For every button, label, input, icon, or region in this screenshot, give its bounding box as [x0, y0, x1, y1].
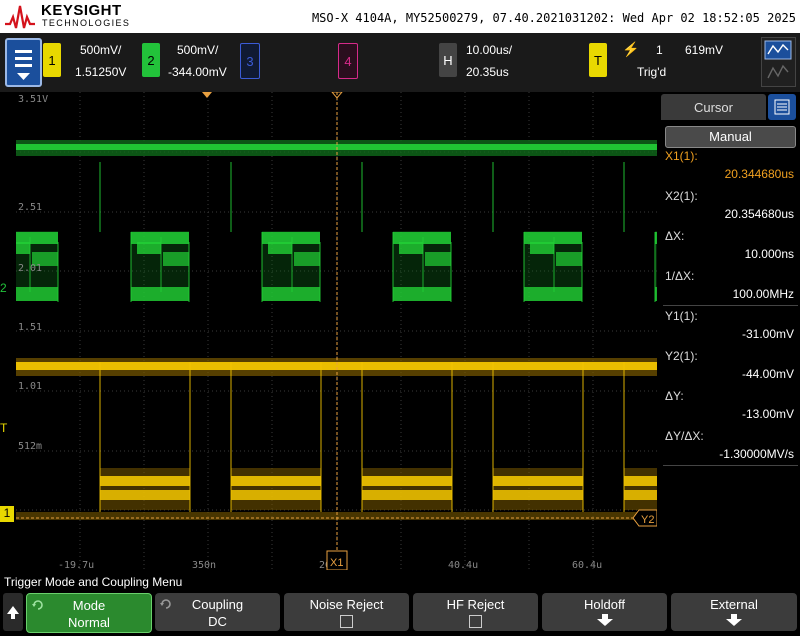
cursor-row-label: Y2(1):	[665, 349, 698, 363]
ch1-scale: 500mV/	[80, 43, 122, 57]
external-softkey[interactable]: External	[671, 593, 797, 631]
trigger-source: 1	[656, 43, 663, 57]
keysight-logo-icon	[5, 5, 35, 29]
trigger-level: 619mV	[685, 43, 724, 57]
ch1-ground-marker[interactable]: 1	[0, 506, 14, 522]
cursor-row-label: X1(1):	[665, 149, 698, 163]
time-label: 60.4u	[572, 560, 602, 570]
cursor-row-label: ΔY/ΔX:	[665, 429, 704, 443]
trigger-level-marker[interactable]: T	[0, 421, 7, 435]
channel-1-button[interactable]: 1	[43, 43, 61, 77]
submenu-arrow-icon	[596, 614, 613, 626]
divider	[663, 305, 798, 306]
cursor-mode-button[interactable]: Manual	[665, 126, 796, 148]
holdoff-softkey[interactable]: Holdoff	[542, 593, 667, 631]
mode-value: Normal	[68, 615, 110, 630]
title-bar: KEYSIGHT TECHNOLOGIES MSO-X 4104A, MY525…	[0, 0, 800, 33]
cursor-panel: Cursor Manual X1(1): 20.344680us X2(1): 20.…	[661, 92, 800, 570]
cursor-row-value: -1.30000MV/s	[719, 447, 794, 461]
voltage-label: 1.01	[18, 381, 42, 392]
cursor-y2-label[interactable]: Y2	[641, 514, 654, 526]
noise-reject-softkey[interactable]: Noise Reject	[284, 593, 409, 631]
voltage-label: 3.51V	[18, 94, 48, 105]
checkbox-icon	[469, 615, 482, 628]
checkbox-icon	[340, 615, 353, 628]
cursor-row-value: 20.344680us	[724, 167, 794, 181]
ch2-scale: 500mV/	[177, 43, 219, 57]
divider	[663, 465, 798, 466]
autoscale-button[interactable]	[761, 37, 796, 87]
cursor-row-value: 20.354680us	[724, 207, 794, 221]
hf-reject-softkey[interactable]: HF Reject	[413, 593, 538, 631]
cursor-row-label: ΔX:	[665, 229, 685, 243]
channel-2-button[interactable]: 2	[142, 43, 160, 77]
softkey-bar: Mode Normal Coupling DC Noise Reject HF …	[0, 591, 800, 633]
rotate-knob-icon	[32, 600, 43, 610]
cursor-row-label: Y1(1):	[665, 309, 698, 323]
hf-reject-label: HF Reject	[446, 597, 505, 612]
ch2-offset: -344.00mV	[168, 65, 227, 79]
coupling-value: DC	[208, 614, 227, 629]
cursor-row-value: 100.00MHz	[732, 287, 794, 301]
holdoff-label: Holdoff	[584, 597, 625, 612]
mode-softkey[interactable]: Mode Normal	[26, 593, 152, 633]
coupling-softkey[interactable]: Coupling DC	[155, 593, 280, 631]
channel-4-button[interactable]: 4	[338, 43, 358, 79]
coupling-label: Coupling	[191, 597, 244, 612]
menu-icon	[15, 50, 32, 80]
submenu-arrow-icon	[726, 614, 742, 626]
trigger-button[interactable]: T	[589, 43, 607, 77]
ch1-offset: 1.51250V	[75, 65, 127, 79]
time-label: -19.7u	[58, 560, 94, 570]
horizontal-scale: 10.00us/	[466, 43, 513, 57]
cursor-row-value: -31.00mV	[741, 327, 794, 341]
noise-reject-label: Noise Reject	[309, 597, 384, 612]
main-menu-button[interactable]	[5, 38, 42, 87]
horizontal-button[interactable]: H	[439, 43, 457, 77]
voltage-label: 2.51	[18, 202, 42, 213]
brand-name: KEYSIGHT	[41, 2, 122, 19]
cursor-x1-label[interactable]: X1	[330, 557, 343, 569]
up-arrow-icon	[7, 606, 19, 619]
cursor-row-value: 10.000ns	[744, 247, 794, 261]
mode-label: Mode	[72, 598, 106, 613]
brand-subtitle: TECHNOLOGIES	[42, 18, 131, 28]
time-label: 40.4u	[448, 560, 478, 570]
ch2-ground-marker[interactable]: 2	[0, 281, 7, 295]
marker-strip: 2 T 1	[0, 92, 16, 570]
voltage-label: 2.01	[18, 263, 42, 274]
cursor-row-value: -13.00mV	[741, 407, 794, 421]
autoscale-icon	[764, 40, 792, 79]
panel-menu-icon[interactable]	[768, 94, 796, 120]
cursor-row-label: X2(1):	[665, 189, 698, 203]
channel-3-button[interactable]: 3	[240, 43, 260, 79]
voltage-label: 1.51	[18, 322, 42, 333]
rotate-knob-icon	[160, 599, 171, 609]
back-button[interactable]	[3, 593, 23, 631]
rising-edge-icon: ⚡	[622, 41, 640, 57]
time-label: 350n	[192, 560, 216, 570]
external-label: External	[710, 597, 758, 612]
waveform-display[interactable]: 3.51V 2.51 2.01 1.51 1.01 512m -19.7u 35…	[16, 92, 657, 570]
instrument-info: MSO-X 4104A, MY52500279, 07.40.202103120…	[311, 11, 796, 25]
cursor-tab[interactable]: Cursor	[661, 94, 766, 120]
cursor-row-value: -44.00mV	[741, 367, 794, 381]
cursor-row-label: 1/ΔX:	[665, 269, 695, 283]
softkey-menu-title: Trigger Mode and Coupling Menu	[4, 575, 183, 589]
horizontal-delay: 20.35us	[466, 65, 509, 79]
trigger-status: Trig'd	[637, 65, 667, 79]
voltage-label: 512m	[18, 441, 42, 452]
channel-toolbar: 1 500mV/ 1.51250V 2 500mV/ -344.00mV 3 4…	[0, 33, 800, 92]
cursor-row-label: ΔY:	[665, 389, 684, 403]
